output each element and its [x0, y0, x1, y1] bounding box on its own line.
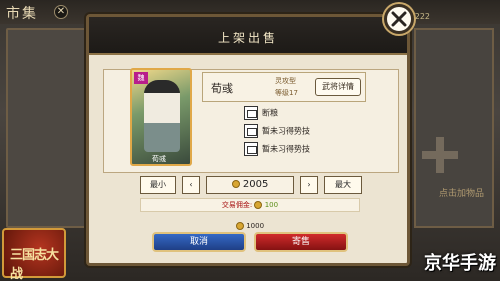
min-button[interactable]: 最小	[140, 176, 176, 194]
gold-balance-value: 1000	[246, 222, 265, 230]
hero-detail-button[interactable]: 武将详情	[315, 78, 361, 96]
max-button[interactable]: 最大	[324, 176, 362, 194]
gold-coin-icon	[235, 222, 244, 230]
close-dialog-icon[interactable]	[384, 4, 414, 34]
skill-label: 暂未习得势技	[262, 144, 310, 154]
chevron-right-icon[interactable]: ›	[300, 176, 318, 194]
skill-scroll-icon	[244, 142, 258, 156]
sell-button[interactable]: 寄售	[254, 232, 348, 252]
add-item-label: 点击加物品	[438, 189, 484, 199]
hero-level: 等级17	[275, 89, 298, 97]
price-text: 2005	[242, 179, 269, 190]
dialog-title: 上架出售	[217, 31, 278, 45]
hero-type: 灵攻型	[275, 77, 296, 85]
market-title: 市集	[6, 6, 38, 22]
skill-item[interactable]: 暂未习得势技	[244, 142, 310, 158]
game-logo: 三国志大战	[2, 228, 66, 281]
commission-amount: 100	[264, 201, 279, 209]
price-value[interactable]: 2005	[206, 176, 294, 194]
market-close-icon[interactable]: ✕	[54, 5, 68, 19]
hero-portrait	[144, 80, 180, 152]
skill-label: 断粮	[262, 108, 278, 118]
add-item-plus-icon[interactable]	[420, 135, 460, 175]
skill-item[interactable]: 断粮	[244, 106, 278, 122]
market-left-panel	[6, 28, 86, 228]
gold-coin-icon	[231, 180, 240, 188]
hero-name: 荀彧	[211, 82, 233, 95]
cancel-button[interactable]: 取消	[152, 232, 246, 252]
card-hero-name: 荀彧	[152, 155, 166, 163]
hero-card[interactable]: 魏 荀彧	[130, 68, 192, 166]
commission-label: 交易佣金:	[221, 201, 253, 209]
skill-scroll-icon	[244, 124, 258, 138]
game-logo-text: 三国志大战	[10, 248, 59, 281]
skill-item[interactable]: 暂未习得势技	[244, 124, 310, 140]
hero-info-panel: 荀彧 灵攻型 等级17 武将详情	[202, 72, 366, 102]
price-selector: 最小 ‹ 2005 › 最大	[140, 176, 362, 194]
gold-balance: 1000	[0, 222, 500, 230]
gold-coin-icon	[254, 201, 263, 209]
faction-badge: 魏	[134, 72, 148, 84]
watermark: 京华手游	[424, 253, 496, 274]
chevron-left-icon[interactable]: ‹	[182, 176, 200, 194]
skill-label: 暂未习得势技	[262, 126, 310, 136]
skill-scroll-icon	[244, 106, 258, 120]
dialog-header: 上架出售	[89, 17, 407, 55]
commission-bar: 交易佣金: 100	[140, 198, 360, 212]
